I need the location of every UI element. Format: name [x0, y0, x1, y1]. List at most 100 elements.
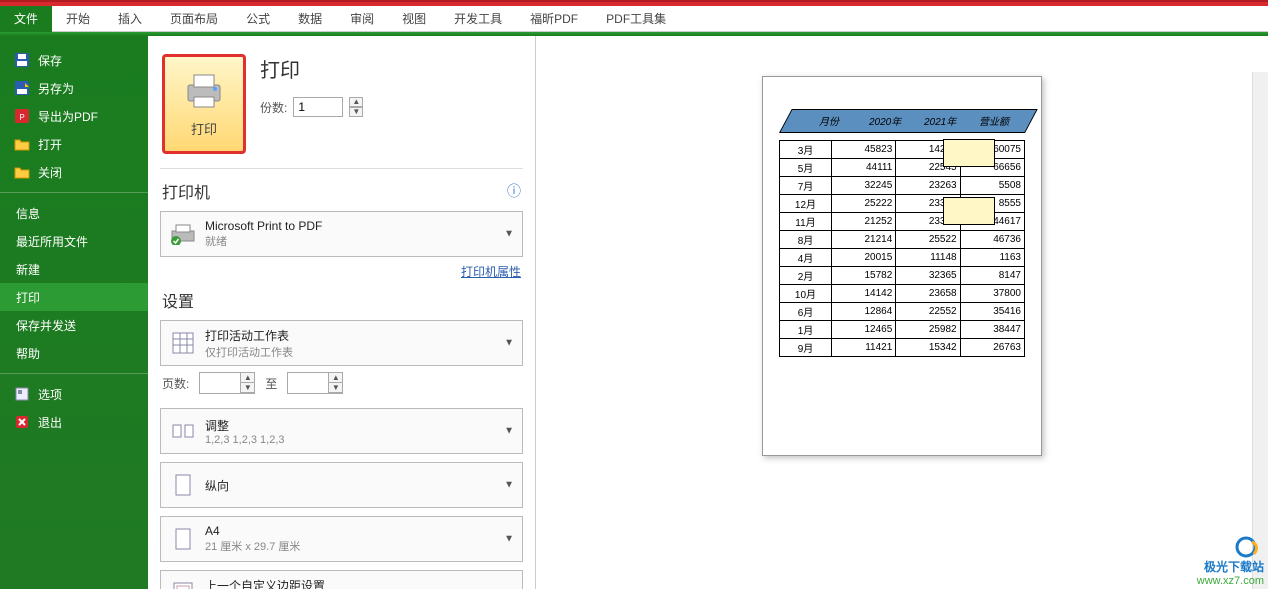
scope-sub: 仅打印活动工作表 — [205, 344, 293, 360]
sheet-icon — [169, 329, 197, 357]
sidebar-close[interactable]: 关闭 — [0, 158, 148, 186]
tab-view[interactable]: 视图 — [388, 6, 440, 32]
margins-icon — [169, 579, 197, 589]
preview-page: 月份 2020年 2021年 营业额 3月4582314252600755月44… — [762, 76, 1042, 456]
spin-down-icon[interactable]: ▼ — [240, 383, 254, 393]
sidebar-info[interactable]: 信息 — [0, 199, 148, 227]
printer-icon — [169, 220, 197, 248]
tab-foxitpdf[interactable]: 福昕PDF — [516, 6, 592, 32]
svg-text:P: P — [19, 113, 24, 122]
printer-name: Microsoft Print to PDF — [205, 219, 322, 233]
sidebar-label: 打印 — [16, 289, 40, 306]
sidebar-label: 信息 — [16, 205, 40, 222]
copies-spinner[interactable]: ▲▼ — [349, 97, 363, 117]
margins-dropdown[interactable]: 上一个自定义边距设置左: 1.8 厘米 右: 1.8 厘米 ▼ — [160, 570, 523, 589]
chevron-down-icon: ▼ — [504, 229, 514, 240]
tab-pagelayout[interactable]: 页面布局 — [156, 6, 232, 32]
tab-home[interactable]: 开始 — [52, 6, 104, 32]
spin-up-icon[interactable]: ▲ — [240, 373, 254, 383]
watermark-url: www.xz7.com — [1197, 575, 1264, 587]
sidebar-open[interactable]: 打开 — [0, 130, 148, 158]
tab-file[interactable]: 文件 — [0, 6, 52, 32]
save-icon — [14, 52, 30, 68]
printer-section-title: 打印机 — [162, 179, 210, 203]
sidebar-label: 保存并发送 — [16, 317, 76, 334]
preview-table: 3月4582314252600755月4411122545666567月3224… — [779, 140, 1025, 357]
paper-sub: 21 厘米 x 29.7 厘米 — [205, 538, 300, 554]
comment-box-2 — [943, 197, 995, 225]
header-revenue: 营业额 — [979, 113, 1009, 128]
chevron-down-icon: ▼ — [504, 338, 514, 349]
saveas-icon — [14, 80, 30, 96]
page-from-input[interactable]: ▲▼ — [199, 372, 255, 394]
sidebar-saveas[interactable]: 另存为 — [0, 74, 148, 102]
sidebar-help[interactable]: 帮助 — [0, 339, 148, 367]
comment-box-1 — [943, 139, 995, 167]
print-preview: 月份 2020年 2021年 营业额 3月4582314252600755月44… — [536, 36, 1268, 589]
sidebar-exportpdf[interactable]: P 导出为PDF — [0, 102, 148, 130]
logo-icon — [1234, 536, 1264, 558]
printer-properties-link[interactable]: 打印机属性 — [461, 265, 521, 279]
sidebar-label: 新建 — [16, 261, 40, 278]
header-2021: 2021年 — [924, 113, 956, 128]
divider — [160, 168, 523, 169]
tab-pdftools[interactable]: PDF工具集 — [592, 6, 680, 32]
tab-formulas[interactable]: 公式 — [232, 6, 284, 32]
copies-label: 份数: — [260, 99, 287, 116]
print-title: 打印 — [260, 54, 521, 83]
header-2020: 2020年 — [869, 113, 901, 128]
print-scope-dropdown[interactable]: 打印活动工作表仅打印活动工作表 ▼ — [160, 320, 523, 366]
sidebar-save[interactable]: 保存 — [0, 46, 148, 74]
margins-title: 上一个自定义边距设置 — [205, 577, 325, 589]
page-icon — [169, 525, 197, 553]
sidebar-label: 导出为PDF — [38, 108, 98, 125]
sidebar-options[interactable]: 选项 — [0, 380, 148, 408]
print-button[interactable]: 打印 — [162, 54, 246, 154]
table-header-3d: 月份 2020年 2021年 营业额 — [779, 101, 1025, 141]
watermark: 极光下载站 www.xz7.com — [1197, 536, 1264, 587]
tab-insert[interactable]: 插入 — [104, 6, 156, 32]
sidebar-recent[interactable]: 最近所用文件 — [0, 227, 148, 255]
vertical-scrollbar[interactable] — [1252, 72, 1268, 589]
sidebar-print[interactable]: 打印 — [0, 283, 148, 311]
pages-to-label: 至 — [265, 375, 277, 392]
ribbon-tabs: 文件 开始 插入 页面布局 公式 数据 审阅 视图 开发工具 福昕PDF PDF… — [0, 6, 1268, 32]
exit-icon — [14, 414, 30, 430]
sidebar-label: 另存为 — [38, 80, 74, 97]
watermark-text: 极光下载站 — [1204, 558, 1264, 575]
print-panel: 打印 打印 份数: ▲▼ 打印机ⓘ Microsoft Print to PDF… — [148, 36, 536, 589]
pages-label: 页数: — [162, 375, 189, 392]
sidebar-new[interactable]: 新建 — [0, 255, 148, 283]
sidebar-label: 选项 — [38, 386, 62, 403]
tab-review[interactable]: 审阅 — [336, 6, 388, 32]
paper-title: A4 — [205, 524, 300, 538]
printer-dropdown[interactable]: Microsoft Print to PDF就绪 ▼ — [160, 211, 523, 257]
papersize-dropdown[interactable]: A421 厘米 x 29.7 厘米 ▼ — [160, 516, 523, 562]
spin-down-icon[interactable]: ▼ — [349, 107, 363, 117]
spin-down-icon[interactable]: ▼ — [328, 383, 342, 393]
close-icon — [14, 164, 30, 180]
printer-info-icon[interactable]: ⓘ — [507, 181, 521, 201]
sidebar-separator — [0, 373, 148, 374]
sidebar-savesend[interactable]: 保存并发送 — [0, 311, 148, 339]
sidebar-label: 最近所用文件 — [16, 233, 88, 250]
collate-icon — [169, 417, 197, 445]
sidebar-label: 帮助 — [16, 345, 40, 362]
sidebar-exit[interactable]: 退出 — [0, 408, 148, 436]
chevron-down-icon: ▼ — [504, 426, 514, 437]
pdf-icon: P — [14, 108, 30, 124]
collate-dropdown[interactable]: 调整1,2,3 1,2,3 1,2,3 ▼ — [160, 408, 523, 454]
portrait-icon — [169, 471, 197, 499]
collate-title: 调整 — [205, 417, 285, 434]
orientation-dropdown[interactable]: 纵向 ▼ — [160, 462, 523, 508]
printer-icon — [182, 71, 226, 111]
spin-up-icon[interactable]: ▲ — [328, 373, 342, 383]
sidebar-label: 退出 — [38, 414, 62, 431]
print-button-label: 打印 — [191, 119, 217, 138]
tab-developer[interactable]: 开发工具 — [440, 6, 516, 32]
copies-input[interactable] — [293, 97, 343, 117]
chevron-down-icon: ▼ — [504, 534, 514, 545]
page-to-input[interactable]: ▲▼ — [287, 372, 343, 394]
spin-up-icon[interactable]: ▲ — [349, 97, 363, 107]
tab-data[interactable]: 数据 — [284, 6, 336, 32]
